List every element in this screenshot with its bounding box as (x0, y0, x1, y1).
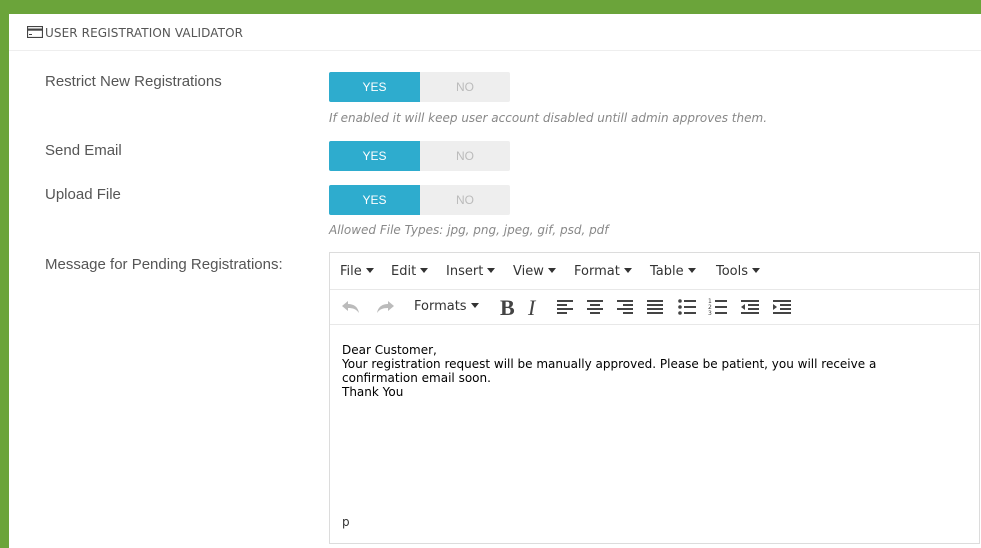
align-center-icon[interactable] (586, 296, 604, 318)
editor-toolbar: Formats B I 1 2 3 (330, 290, 979, 325)
menu-format[interactable]: Format (574, 264, 632, 279)
panel-title: USER REGISTRATION VALIDATOR (45, 26, 244, 40)
upload-file-no-option[interactable]: NO (420, 185, 510, 215)
indent-icon[interactable] (772, 296, 792, 318)
editor-content-area[interactable]: Dear Customer, Your registration request… (342, 343, 962, 399)
element-path[interactable]: p (342, 515, 350, 529)
menu-edit[interactable]: Edit (391, 264, 429, 279)
editor-statusbar: p (330, 497, 979, 543)
numbered-list-icon[interactable]: 1 2 3 (708, 296, 728, 318)
upload-file-toggle[interactable]: YES NO (329, 185, 510, 215)
menu-insert-label: Insert (446, 264, 484, 279)
menu-table-label: Table (650, 264, 684, 279)
svg-text:3: 3 (708, 310, 712, 317)
chevron-down-icon (487, 268, 496, 273)
chevron-down-icon (687, 268, 696, 273)
upload-file-label: Upload File (45, 186, 121, 203)
send-email-yes-option[interactable]: YES (329, 141, 420, 171)
rich-text-editor: File Edit Insert View Format Table Tools… (329, 252, 980, 544)
bold-icon[interactable]: B (498, 296, 518, 318)
chevron-down-icon (470, 303, 479, 308)
svg-text:B: B (500, 296, 515, 318)
outdent-icon[interactable] (740, 296, 760, 318)
send-email-label: Send Email (45, 142, 122, 159)
upload-file-yes-option[interactable]: YES (329, 185, 420, 215)
align-left-icon[interactable] (556, 296, 574, 318)
restrict-registrations-toggle[interactable]: YES NO (329, 72, 510, 102)
send-email-toggle[interactable]: YES NO (329, 141, 510, 171)
menu-table[interactable]: Table (650, 264, 696, 279)
send-email-no-option[interactable]: NO (420, 141, 510, 171)
restrict-no-option[interactable]: NO (420, 72, 510, 102)
chevron-down-icon (752, 268, 761, 273)
restrict-help-text: If enabled it will keep user account dis… (329, 111, 768, 125)
panel-header: USER REGISTRATION VALIDATOR (9, 14, 981, 51)
content-line: confirmation email soon. (342, 371, 491, 385)
menu-view-label: View (513, 264, 544, 279)
menu-tools[interactable]: Tools (716, 264, 761, 279)
undo-icon[interactable] (340, 296, 362, 318)
menu-view[interactable]: View (513, 264, 556, 279)
pending-message-label: Message for Pending Registrations: (45, 256, 283, 273)
frame-left-border (0, 0, 9, 548)
frame-top-border (0, 0, 981, 14)
upload-file-help-text: Allowed File Types: jpg, png, jpeg, gif,… (329, 223, 609, 237)
content-line: Thank You (342, 385, 404, 399)
align-justify-icon[interactable] (646, 296, 664, 318)
chevron-down-icon (547, 268, 556, 273)
menu-format-label: Format (574, 264, 620, 279)
align-right-icon[interactable] (616, 296, 634, 318)
menu-file-label: File (340, 264, 362, 279)
restrict-yes-option[interactable]: YES (329, 72, 420, 102)
chevron-down-icon (365, 268, 374, 273)
content-line: Dear Customer, (342, 343, 437, 357)
content-line: Your registration request will be manual… (342, 357, 877, 371)
editor-menubar: File Edit Insert View Format Table Tools (330, 253, 979, 290)
menu-edit-label: Edit (391, 264, 417, 279)
restrict-registrations-label: Restrict New Registrations (45, 73, 222, 90)
bullet-list-icon[interactable] (677, 296, 697, 318)
menu-file[interactable]: File (340, 264, 374, 279)
chevron-down-icon (623, 268, 632, 273)
formats-dropdown[interactable]: Formats (414, 299, 479, 314)
italic-icon[interactable]: I (526, 296, 542, 318)
settings-panel: USER REGISTRATION VALIDATOR Restrict New… (9, 14, 981, 548)
chevron-down-icon (420, 268, 429, 273)
redo-icon[interactable] (374, 296, 396, 318)
svg-text:I: I (527, 296, 537, 318)
credit-card-icon (27, 26, 43, 38)
menu-tools-label: Tools (716, 264, 749, 279)
menu-insert[interactable]: Insert (446, 264, 496, 279)
formats-label: Formats (414, 299, 467, 314)
